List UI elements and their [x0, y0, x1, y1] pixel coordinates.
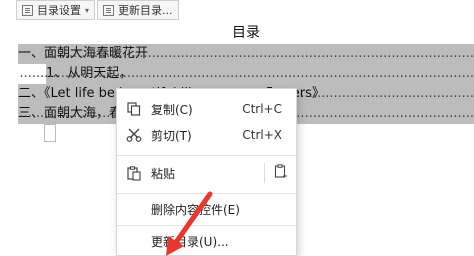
scissors-icon [117, 128, 151, 142]
menu-divider [117, 155, 296, 156]
menu-shortcut: Ctrl+X [242, 128, 282, 142]
chevron-down-icon: ▾ [85, 5, 90, 15]
toc-leader-dots: ........................................… [18, 66, 474, 81]
table-of-contents[interactable]: 目录 一、面朝大海春暖花开 ..........................… [18, 22, 474, 124]
toc-entry[interactable]: 1、从明天起， ................................… [18, 64, 474, 84]
update-toc-button[interactable]: 更新目录... [97, 0, 179, 20]
menu-item-copy[interactable]: 复制(C) Ctrl+C [117, 95, 296, 123]
menu-item-cut[interactable]: 剪切(T) Ctrl+X [117, 121, 296, 149]
toc-settings-button[interactable]: 目录设置 ▾ [16, 0, 96, 20]
toc-title: 目录 [232, 25, 260, 41]
content-control-handle[interactable] [44, 124, 56, 142]
paste-options-icon [274, 164, 288, 182]
menu-shortcut: Ctrl+C [242, 102, 282, 116]
toc-settings-label: 目录设置 [37, 4, 81, 17]
paste-options-button[interactable] [264, 163, 288, 183]
menu-item-label: 剪切(T) [151, 128, 192, 143]
paste-icon [117, 165, 151, 181]
copy-icon [117, 102, 151, 116]
menu-item-label: 复制(C) [151, 102, 193, 117]
refresh-toc-icon [103, 4, 115, 16]
toc-entry[interactable]: 一、面朝大海春暖花开 .............................… [18, 44, 474, 64]
toc-leader-dots: ........................................… [44, 46, 474, 61]
toc-list-icon [22, 4, 33, 16]
update-toc-label: 更新目录... [118, 4, 173, 17]
red-arrow-annotation [166, 191, 213, 256]
toc-toolbar: 目录设置 ▾ 更新目录... [16, 0, 179, 20]
